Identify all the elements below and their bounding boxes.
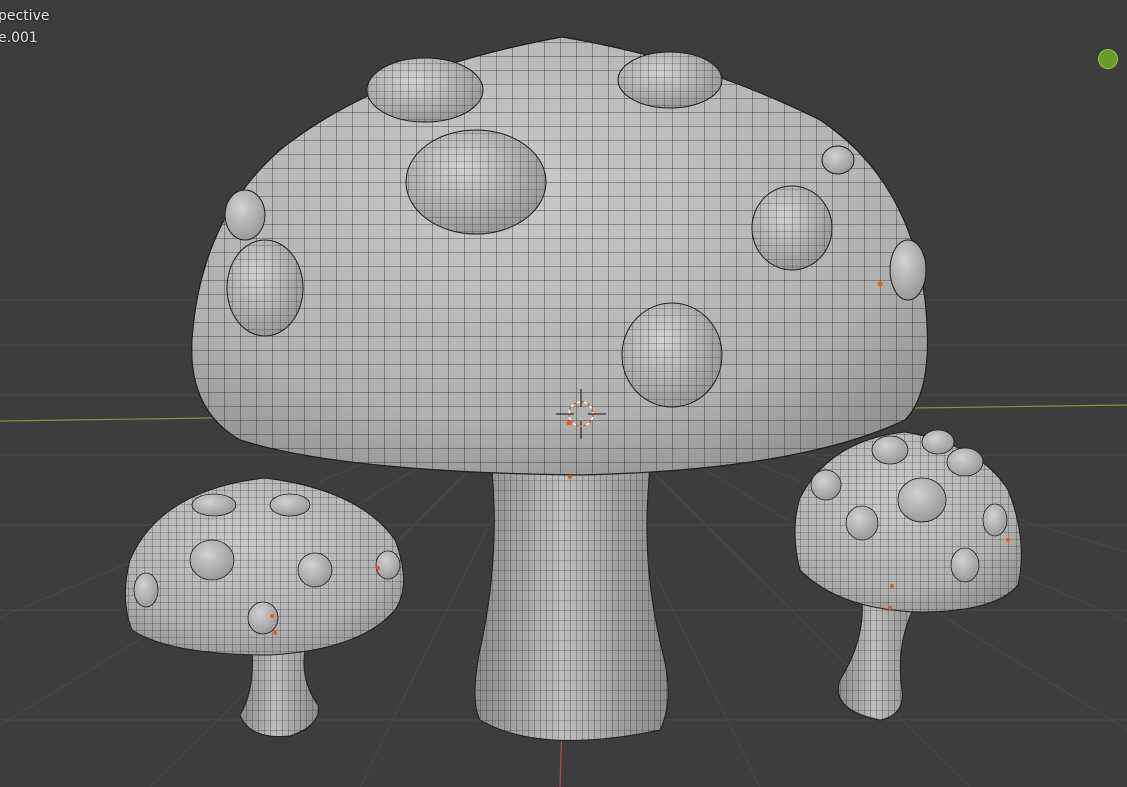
main-mushroom-stem[interactable] <box>474 469 669 741</box>
view-mode-label: pective <box>0 8 50 24</box>
main-mushroom-cap[interactable] <box>191 36 929 476</box>
right-mushroom[interactable] <box>794 429 1022 721</box>
navigation-gizmo-icon[interactable] <box>1098 49 1118 69</box>
left-mushroom[interactable] <box>124 477 404 738</box>
3d-viewport[interactable]: pective e.001 <box>0 0 1127 787</box>
viewport-canvas[interactable] <box>0 0 1127 787</box>
active-object-name: e.001 <box>0 30 38 46</box>
